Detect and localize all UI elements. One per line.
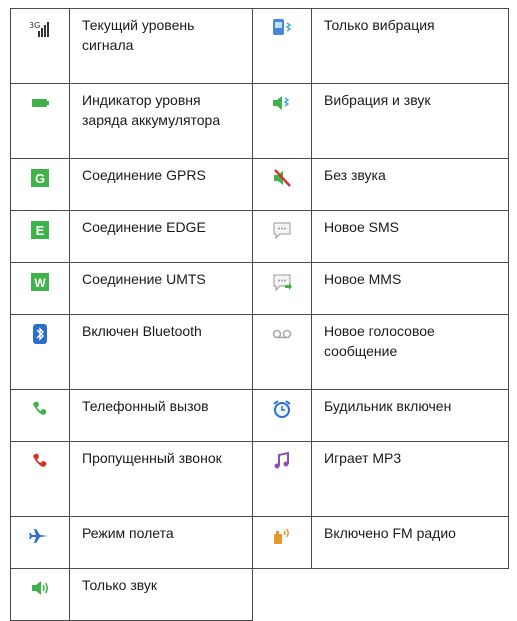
- svg-text:W: W: [34, 276, 46, 290]
- bluetooth-icon: [33, 324, 47, 344]
- svg-text:G: G: [35, 171, 45, 186]
- table-row: Пропущенный звонок Играет MP3: [10, 441, 509, 517]
- status-icons-table: 3G Текущий уровень сигнала Только вибрац…: [10, 8, 509, 621]
- table-row: E Соединение EDGE Новое SMS: [10, 210, 509, 263]
- table-cell-label: Включено FM радио: [311, 516, 509, 569]
- table-row: G Соединение GPRS Без звука: [10, 158, 509, 211]
- table-cell-label: Пропущенный звонок: [69, 441, 253, 517]
- table-row: Режим полета Включено FM радио: [10, 516, 509, 569]
- table-row: Телефонный вызов Будильник включен: [10, 389, 509, 442]
- table-cell-label: Соединение EDGE: [69, 210, 253, 263]
- battery-icon: [32, 99, 49, 107]
- table-cell-label: Включен Bluetooth: [69, 314, 253, 390]
- table-cell-label: Соединение GPRS: [69, 158, 253, 211]
- table-row: W Соединение UMTS Новое MMS: [10, 262, 509, 315]
- table-cell-label: Играет MP3: [311, 441, 509, 517]
- table-cell-label: Без звука: [311, 158, 509, 211]
- svg-text:3G: 3G: [29, 21, 40, 30]
- table-cell-label: Только звук: [69, 568, 253, 621]
- table-cell-label: Новое голосовое сообщение: [311, 314, 509, 390]
- vibrate-only-icon: [273, 19, 292, 35]
- umts-icon: W: [31, 273, 49, 291]
- table-row: Индикатор уровня заряда аккумулятора Виб…: [10, 83, 509, 159]
- voicemail-icon: [272, 329, 292, 339]
- edge-icon: E: [31, 221, 49, 239]
- table-cell-label: Только вибрация: [311, 8, 509, 84]
- music-note-icon: [274, 451, 289, 469]
- new-sms-icon: [273, 222, 291, 240]
- table-cell-label: Соединение UMTS: [69, 262, 253, 315]
- table-row: 3G Текущий уровень сигнала Только вибрац…: [10, 8, 509, 84]
- signal-strength-icon: 3G: [29, 21, 49, 37]
- missed-call-icon: [33, 453, 47, 467]
- silent-icon: [274, 169, 291, 187]
- fm-radio-icon: [274, 528, 289, 544]
- table-row: Включен Bluetooth Новое голосовое сообще…: [10, 314, 509, 390]
- table-cell-label: Будильник включен: [311, 389, 509, 442]
- table-cell-label: Новое SMS: [311, 210, 509, 263]
- table-cell-label: Текущий уровень сигнала: [69, 8, 253, 84]
- alarm-clock-icon: [273, 400, 291, 418]
- table-cell-label: Режим полета: [69, 516, 253, 569]
- new-mms-icon: [273, 274, 292, 292]
- table-row: Только звук: [10, 568, 509, 621]
- table-cell-label: Новое MMS: [311, 262, 509, 315]
- table-cell-label: Телефонный вызов: [69, 389, 253, 442]
- table-cell-label: Вибрация и звук: [311, 83, 509, 159]
- phone-call-icon: [33, 401, 47, 415]
- svg-text:E: E: [36, 223, 45, 238]
- vibrate-and-sound-icon: [273, 96, 290, 110]
- sound-only-icon: [32, 581, 48, 595]
- gprs-icon: G: [31, 169, 49, 187]
- table-cell-label: Индикатор уровня заряда аккумулятора: [69, 83, 253, 159]
- airplane-icon: [29, 529, 48, 543]
